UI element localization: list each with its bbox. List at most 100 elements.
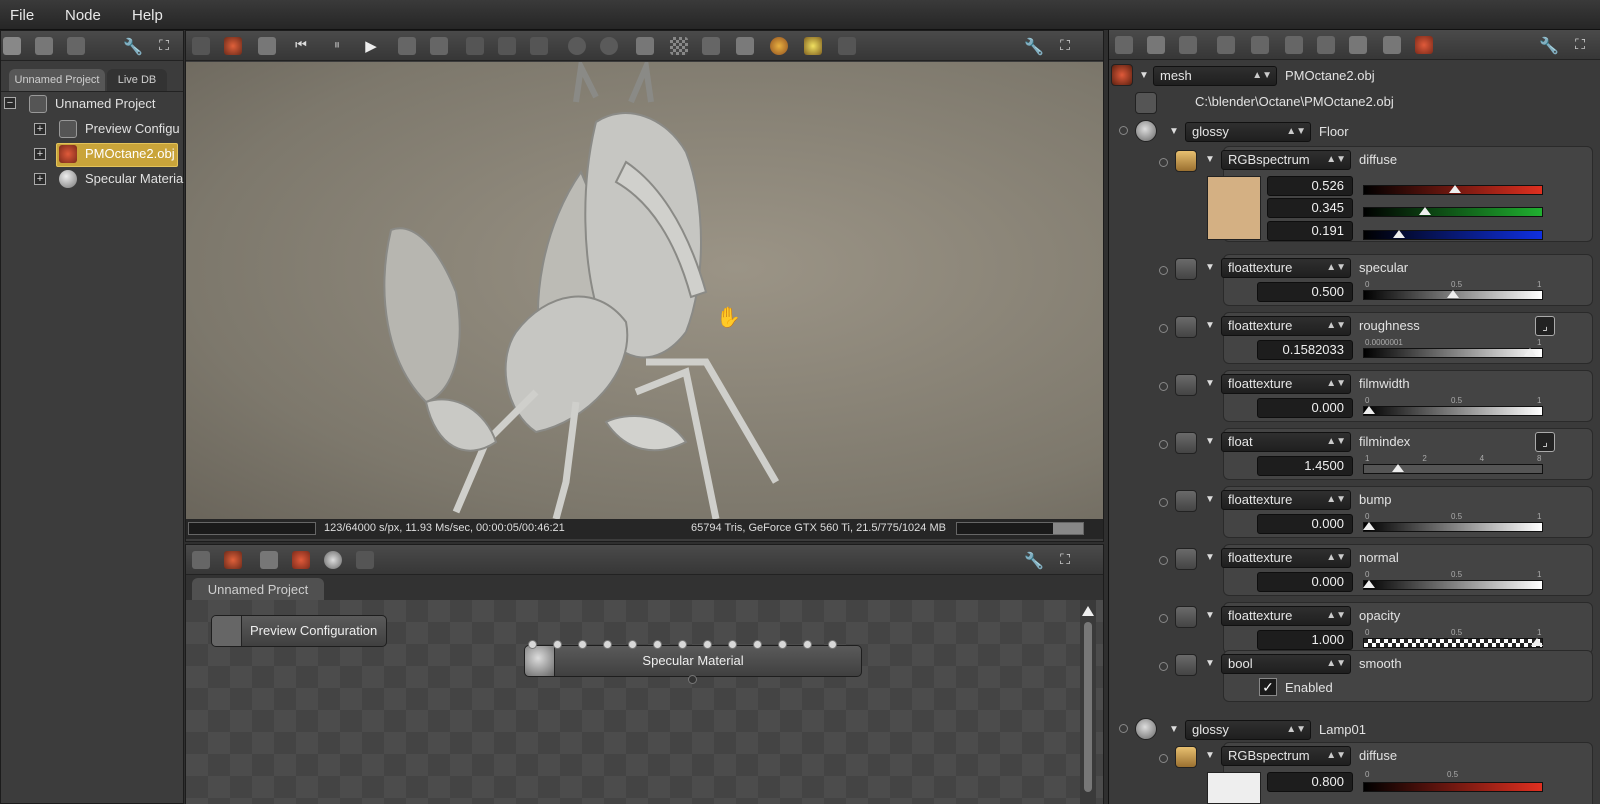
tab-graph-project[interactable]: Unnamed Project: [192, 578, 324, 601]
scrollbar-thumb[interactable]: [1084, 622, 1092, 792]
grid-icon[interactable]: [636, 37, 654, 55]
fullscreen-icon[interactable]: ⛶: [1056, 37, 1074, 55]
material-input-pin[interactable]: [528, 640, 537, 649]
slider-thumb[interactable]: [1393, 230, 1405, 238]
diffuse-type-select[interactable]: RGBspectrum ▲▼: [1221, 150, 1351, 170]
param-type-select[interactable]: floattexture ▲▼: [1221, 490, 1351, 510]
material-input-pin[interactable]: [828, 640, 837, 649]
texture-icon[interactable]: [1349, 36, 1367, 54]
collapse-arrow-icon[interactable]: ▼: [1139, 70, 1149, 81]
collapse-arrow-icon[interactable]: ▼: [1205, 436, 1215, 447]
outliner-list-icon[interactable]: [3, 37, 21, 55]
kernel-icon[interactable]: [1383, 36, 1401, 54]
material-input-pin[interactable]: [778, 640, 787, 649]
param-value[interactable]: 1.000: [1257, 630, 1353, 650]
param-type-select[interactable]: floattexture ▲▼: [1221, 258, 1351, 278]
tree-item-mesh[interactable]: PMOctane2.obj: [85, 143, 175, 165]
collapse-arrow-icon[interactable]: ▼: [1205, 658, 1215, 669]
param-type-select[interactable]: floattexture ▲▼: [1221, 316, 1351, 336]
slider-thumb[interactable]: [1524, 348, 1537, 356]
param-type-select[interactable]: floattexture ▲▼: [1221, 374, 1351, 394]
collapse-arrow-icon[interactable]: ▼: [1205, 610, 1215, 621]
fullscreen-icon[interactable]: ⛶: [155, 37, 173, 55]
image-icon[interactable]: [1217, 36, 1235, 54]
collapse-icon[interactable]: [1179, 36, 1197, 54]
slider-thumb[interactable]: [1419, 207, 1431, 215]
param-slider[interactable]: [1363, 638, 1543, 648]
fullscreen-icon[interactable]: ⛶: [1571, 36, 1589, 54]
collapse-arrow-icon[interactable]: ▼: [1205, 262, 1215, 273]
collapse-arrow-icon[interactable]: ▼: [1205, 154, 1215, 165]
diffuse-g-slider[interactable]: [1363, 207, 1543, 217]
diffuse2-type-select[interactable]: RGBspectrum ▲▼: [1221, 746, 1351, 766]
display-icon[interactable]: [430, 37, 448, 55]
expand-toggle[interactable]: +: [34, 148, 46, 160]
sphere-gray-icon[interactable]: [568, 37, 586, 55]
material-input-pin[interactable]: [603, 640, 612, 649]
material-node-icon[interactable]: [324, 551, 342, 569]
material-output-pin[interactable]: [688, 675, 697, 684]
diffuse-color-swatch[interactable]: [1207, 176, 1261, 240]
windows-icon[interactable]: [1147, 36, 1165, 54]
node-specular-material[interactable]: Specular Material: [524, 645, 862, 677]
refresh-icon[interactable]: [258, 37, 276, 55]
material-input-pin[interactable]: [703, 640, 712, 649]
material-input-pin[interactable]: [628, 640, 637, 649]
stack-icon[interactable]: [1317, 36, 1335, 54]
mesh-node-icon[interactable]: [292, 551, 310, 569]
slider-thumb[interactable]: [1531, 638, 1543, 646]
diffuse-b-value[interactable]: 0.191: [1267, 221, 1353, 241]
param-value[interactable]: 0.500: [1257, 282, 1353, 302]
af-icon[interactable]: [466, 37, 484, 55]
tree-item-project[interactable]: Unnamed Project: [55, 93, 155, 115]
pause-icon[interactable]: ⏸: [328, 37, 346, 55]
region-icon[interactable]: [736, 37, 754, 55]
collapse-arrow-icon[interactable]: ▼: [1205, 378, 1215, 389]
material-input-pin[interactable]: [653, 640, 662, 649]
node-preview-configuration[interactable]: Preview Configuration: [211, 615, 387, 647]
scroll-up-icon[interactable]: [1082, 606, 1094, 616]
param-value[interactable]: 0.000: [1257, 572, 1353, 592]
tab-unnamed-project[interactable]: Unnamed Project: [9, 69, 105, 91]
param-slider[interactable]: [1363, 580, 1543, 590]
camera-node-icon[interactable]: [260, 551, 278, 569]
menu-node[interactable]: Node: [65, 7, 101, 24]
material-input-pin[interactable]: [728, 640, 737, 649]
file-icon[interactable]: [1135, 92, 1157, 114]
param-value[interactable]: 0.000: [1257, 398, 1353, 418]
material-input-pin[interactable]: [578, 640, 587, 649]
curve-icon[interactable]: ⌟: [1535, 432, 1555, 452]
param-slider[interactable]: [1363, 464, 1543, 474]
slider-thumb[interactable]: [1363, 406, 1375, 414]
windows-icon[interactable]: [35, 37, 53, 55]
checker-icon[interactable]: [670, 37, 688, 55]
collapse-arrow-icon[interactable]: ▼: [1205, 494, 1215, 505]
material-input-pin[interactable]: [753, 640, 762, 649]
param-value[interactable]: 1.4500: [1257, 456, 1353, 476]
diffuse2-slider[interactable]: [1363, 782, 1543, 792]
tree-item-material[interactable]: Specular Materia: [85, 168, 183, 190]
camera-icon[interactable]: [398, 37, 416, 55]
pick-icon[interactable]: [530, 37, 548, 55]
slider-thumb[interactable]: [1447, 290, 1459, 298]
slider-thumb[interactable]: [1363, 580, 1375, 588]
render-view[interactable]: ✋: [186, 62, 1103, 519]
screenshot-icon[interactable]: [192, 37, 210, 55]
menu-file[interactable]: File: [10, 7, 34, 24]
tab-live-db[interactable]: Live DB: [107, 69, 167, 91]
fullscreen-icon[interactable]: ⛶: [1056, 551, 1074, 569]
wrench-icon[interactable]: 🔧: [1024, 551, 1044, 570]
collapse-arrow-icon[interactable]: ▼: [1169, 126, 1179, 137]
texture-node-icon[interactable]: [356, 551, 374, 569]
inspector-camera-icon[interactable]: [1115, 36, 1133, 54]
environment-icon[interactable]: [1251, 36, 1269, 54]
param-type-select[interactable]: floattexture ▲▼: [1221, 548, 1351, 568]
diffuse2-color-swatch[interactable]: [1207, 772, 1261, 804]
param-value[interactable]: 0.1582033: [1257, 340, 1353, 360]
param-slider[interactable]: [1363, 522, 1543, 532]
collapse-arrow-icon[interactable]: ▼: [1205, 320, 1215, 331]
rewind-icon[interactable]: ⏮: [292, 37, 310, 55]
collapse-arrow-icon[interactable]: ▼: [1169, 724, 1179, 735]
param-slider[interactable]: [1363, 348, 1543, 358]
sphere-dark-icon[interactable]: [600, 37, 618, 55]
